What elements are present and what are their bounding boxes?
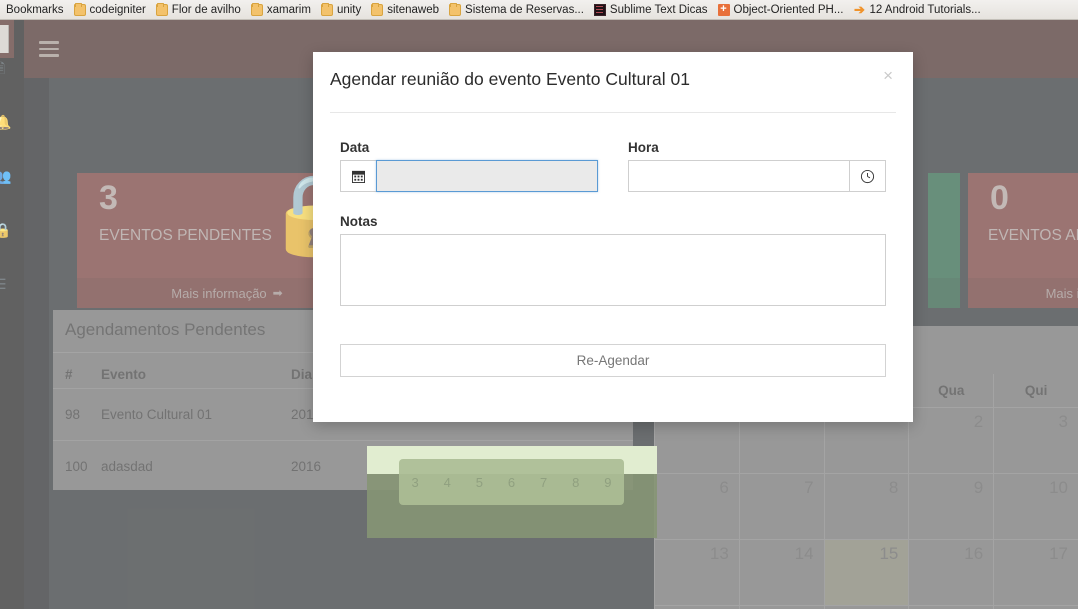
- php-plus-icon: +: [717, 3, 730, 16]
- folder-icon: [320, 2, 333, 16]
- bookmark-item[interactable]: codeigniter: [70, 1, 152, 19]
- bookmark-label: unity: [336, 3, 362, 16]
- bookmark-label: codeigniter: [89, 3, 146, 16]
- sublime-text-icon: [593, 3, 606, 16]
- bookmark-label: Sublime Text Dicas: [609, 3, 708, 16]
- bookmark-item[interactable]: Sistema de Reservas...: [445, 1, 590, 19]
- bookmark-item[interactable]: sitenaweb: [367, 1, 445, 19]
- modal-title: Agendar reunião do evento Evento Cultura…: [330, 69, 690, 89]
- hora-field-label: Hora: [628, 140, 659, 155]
- bookmarks-menu-label[interactable]: Bookmarks: [2, 1, 70, 19]
- hora-input-group: [628, 160, 886, 192]
- bookmark-label: xamarim: [266, 3, 311, 16]
- modal-header: Agendar reunião do evento Evento Cultura…: [313, 52, 913, 112]
- bookmark-item[interactable]: unity: [317, 1, 367, 19]
- folder-icon: [371, 2, 384, 16]
- bookmark-label: Sistema de Reservas...: [465, 3, 584, 16]
- bookmark-label: Flor de avilho: [171, 3, 241, 16]
- close-icon[interactable]: ×: [879, 63, 897, 88]
- modal-divider: [330, 112, 896, 113]
- clock-icon[interactable]: [850, 160, 886, 192]
- bookmark-item[interactable]: xamarim: [247, 1, 317, 19]
- calendar-icon[interactable]: [340, 160, 376, 192]
- notas-field-label: Notas: [340, 214, 378, 229]
- notas-textarea[interactable]: [340, 234, 886, 306]
- bookmark-item[interactable]: + Object-Oriented PH...: [714, 1, 850, 19]
- bookmark-item[interactable]: Flor de avilho: [152, 1, 247, 19]
- hora-input[interactable]: [628, 160, 850, 192]
- data-input-group: [340, 160, 598, 192]
- bookmark-item[interactable]: Sublime Text Dicas: [590, 1, 714, 19]
- bookmark-item[interactable]: ➔ 12 Android Tutorials...: [849, 1, 986, 19]
- folder-icon: [449, 2, 462, 16]
- bookmark-label: Object-Oriented PH...: [733, 3, 844, 16]
- folder-icon: [250, 2, 263, 16]
- bookmarks-bar: Bookmarks codeigniter Flor de avilho xam…: [0, 0, 1078, 20]
- bookmark-label: sitenaweb: [387, 3, 440, 16]
- bookmarks-label: Bookmarks: [6, 3, 64, 16]
- re-agendar-button[interactable]: Re-Agendar: [340, 344, 886, 377]
- android-tutorials-icon: ➔: [853, 2, 865, 17]
- schedule-meeting-modal: Agendar reunião do evento Evento Cultura…: [313, 52, 913, 422]
- folder-icon: [73, 2, 86, 16]
- data-input[interactable]: [376, 160, 598, 192]
- bookmark-label: 12 Android Tutorials...: [869, 3, 981, 16]
- app-viewport: 🗎 🔔 👥 🔒 ☰ 3 EVENTOS PENDENTES 🔒 Mais inf…: [0, 20, 1078, 609]
- folder-icon: [155, 2, 168, 16]
- data-field-label: Data: [340, 140, 370, 155]
